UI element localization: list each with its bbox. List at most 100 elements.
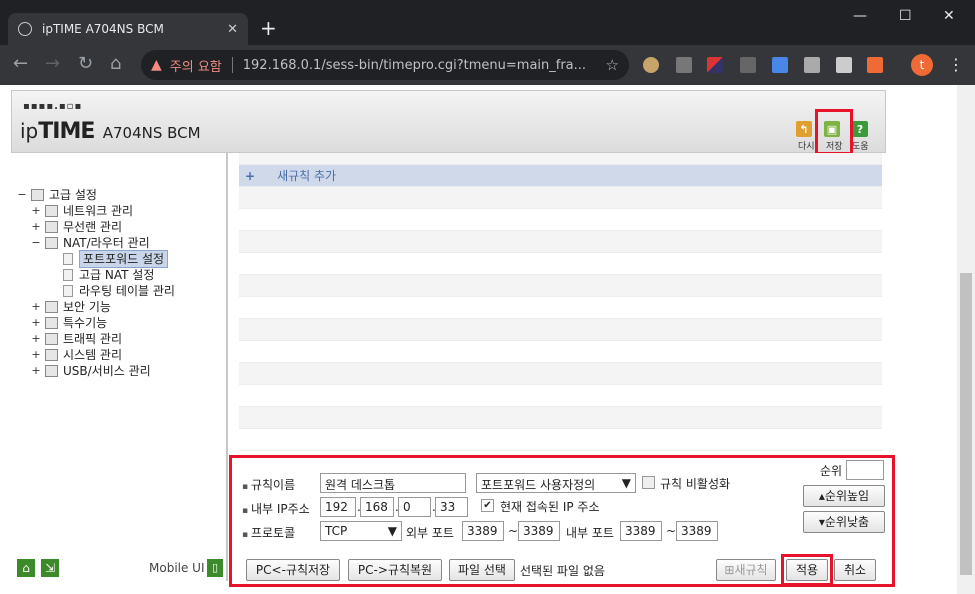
- back-icon[interactable]: ←: [13, 54, 28, 74]
- sidebar-item[interactable]: + 보안 기능: [17, 299, 175, 315]
- rule-name-input[interactable]: 원격 데스크톱: [320, 473, 466, 493]
- no-file-label: 선택된 파일 없음: [520, 564, 605, 578]
- external-port-start[interactable]: 3389: [462, 521, 504, 541]
- close-window-icon[interactable]: ✕: [943, 8, 955, 24]
- sidebar-item[interactable]: − 고급 설정: [17, 187, 175, 203]
- expand-icon[interactable]: +: [31, 347, 41, 363]
- list-item: [239, 429, 882, 451]
- extension-icon[interactable]: [836, 57, 852, 73]
- extension-icon[interactable]: [740, 57, 756, 73]
- sidebar-item[interactable]: + USB/서비스 관리: [17, 363, 175, 379]
- folder-icon: [31, 189, 44, 201]
- priority-input[interactable]: [846, 460, 884, 480]
- minimize-icon[interactable]: —: [853, 8, 867, 24]
- forward-icon[interactable]: →: [45, 54, 60, 74]
- scrollbar-thumb[interactable]: [960, 273, 972, 575]
- file-select-button[interactable]: 파일 선택: [449, 559, 515, 581]
- sidebar-item-label: 네트워크 관리: [63, 204, 134, 218]
- security-warning[interactable]: 주의 요함: [170, 56, 222, 75]
- collapse-icon[interactable]: −: [17, 187, 27, 203]
- help-icon[interactable]: ?: [852, 121, 868, 137]
- sidebar-item[interactable]: + 시스템 관리: [17, 347, 175, 363]
- mobile-icon[interactable]: ▯: [207, 559, 223, 577]
- logout-icon[interactable]: ⇲: [41, 559, 59, 577]
- ip-octet-1[interactable]: 192: [320, 497, 356, 517]
- new-rule-label: 새규칙: [734, 563, 768, 577]
- logo-dots: ▪▪▪▪.▪▫▪: [23, 101, 83, 112]
- sidebar-item[interactable]: + 네트워크 관리: [17, 203, 175, 219]
- extension-icon[interactable]: [772, 57, 788, 73]
- expand-icon[interactable]: +: [31, 315, 41, 331]
- sidebar-item[interactable]: 고급 NAT 설정: [17, 267, 175, 283]
- ip-octet-3[interactable]: 0: [398, 497, 431, 517]
- sidebar-item[interactable]: 라우팅 테이블 관리: [17, 283, 175, 299]
- restart-icon[interactable]: ↰: [796, 121, 812, 137]
- menu-kebab-icon[interactable]: ⋮: [948, 55, 964, 74]
- collapse-icon[interactable]: −: [31, 235, 41, 251]
- folder-icon: [45, 317, 58, 329]
- disable-rule-checkbox[interactable]: [642, 476, 655, 489]
- protocol-select[interactable]: TCP ▼: [320, 521, 402, 541]
- home-icon[interactable]: ⌂: [17, 559, 35, 577]
- list-item: [239, 231, 882, 253]
- home-icon[interactable]: ⌂: [110, 54, 121, 74]
- rule-type-select[interactable]: 포트포워드 사용자정의 ▼: [476, 473, 636, 493]
- rule-name-label: 규칙이름: [242, 476, 295, 493]
- mobile-ui-label[interactable]: Mobile UI: [149, 561, 205, 575]
- address-bar[interactable]: ▲ 주의 요함 192.168.0.1/sess-bin/timepro.cgi…: [141, 50, 629, 80]
- sidebar-item[interactable]: + 특수기능: [17, 315, 175, 331]
- priority-up-button[interactable]: ▴순위높임: [803, 485, 885, 507]
- extension-icon[interactable]: [867, 57, 883, 73]
- ip-octet-2[interactable]: 168: [360, 497, 394, 517]
- sidebar-item-label: 시스템 관리: [63, 348, 123, 362]
- external-port-label: 외부 포트: [406, 526, 454, 540]
- sidebar-item[interactable]: + 트래픽 관리: [17, 331, 175, 347]
- folder-icon: [45, 205, 58, 217]
- cancel-button[interactable]: 취소: [834, 559, 876, 581]
- profile-avatar[interactable]: t: [911, 54, 933, 76]
- help-label: 도움: [852, 142, 869, 152]
- current-ip-checkbox[interactable]: ✔: [481, 499, 494, 512]
- sidebar-item[interactable]: + 무선랜 관리: [17, 219, 175, 235]
- add-rule-row[interactable]: + 새규칙 추가: [239, 165, 882, 187]
- sidebar-item-label: 포트포워드 설정: [79, 250, 169, 268]
- list-item: [239, 319, 882, 341]
- list-item[interactable]: [239, 153, 882, 165]
- page-icon: [63, 285, 73, 297]
- ip-octet-4[interactable]: 33: [435, 497, 468, 517]
- pc-save-rules-button[interactable]: PC<-규칙저장: [246, 559, 340, 581]
- extension-icon[interactable]: [676, 57, 692, 73]
- new-tab-button[interactable]: +: [260, 18, 277, 38]
- list-item: [239, 187, 882, 209]
- browser-tab[interactable]: ipTIME A704NS BCM ✕: [8, 13, 248, 45]
- brand-ip: ip: [20, 119, 39, 143]
- cookie-extension-icon[interactable]: [643, 57, 659, 73]
- sidebar-item[interactable]: − NAT/라우터 관리: [17, 235, 175, 251]
- current-ip-label: 현재 접속된 IP 주소: [500, 500, 600, 514]
- new-rule-button[interactable]: ⊞새규칙: [716, 559, 776, 581]
- expand-icon[interactable]: +: [31, 219, 41, 235]
- internal-port-start[interactable]: 3389: [620, 521, 662, 541]
- rule-list: + 새규칙 추가: [239, 153, 882, 453]
- expand-icon[interactable]: +: [31, 299, 41, 315]
- expand-icon[interactable]: +: [31, 331, 41, 347]
- priority-down-button[interactable]: ▾순위낮춤: [803, 511, 885, 533]
- extension-icon[interactable]: [804, 57, 820, 73]
- internal-port-end[interactable]: 3389: [676, 521, 718, 541]
- browser-toolbar: ← → ↻ ⌂ ▲ 주의 요함 192.168.0.1/sess-bin/tim…: [0, 45, 975, 85]
- bookmark-star-icon[interactable]: ☆: [606, 56, 619, 74]
- list-item: [239, 275, 882, 297]
- external-port-end[interactable]: 3389: [518, 521, 560, 541]
- url-text[interactable]: 192.168.0.1/sess-bin/timepro.cgi?tmenu=m…: [243, 58, 606, 73]
- extension-icon[interactable]: [707, 57, 723, 73]
- pc-restore-rules-button[interactable]: PC->규칙복원: [348, 559, 442, 581]
- dropdown-arrow-icon: ▼: [387, 524, 397, 538]
- expand-icon[interactable]: +: [31, 203, 41, 219]
- sidebar-item[interactable]: 포트포워드 설정: [17, 250, 175, 268]
- list-item: [239, 253, 882, 275]
- reload-icon[interactable]: ↻: [78, 54, 93, 74]
- maximize-icon[interactable]: ☐: [899, 8, 912, 24]
- expand-icon[interactable]: +: [31, 363, 41, 379]
- sidebar-item-label: 트래픽 관리: [63, 332, 123, 346]
- close-tab-icon[interactable]: ✕: [227, 22, 238, 37]
